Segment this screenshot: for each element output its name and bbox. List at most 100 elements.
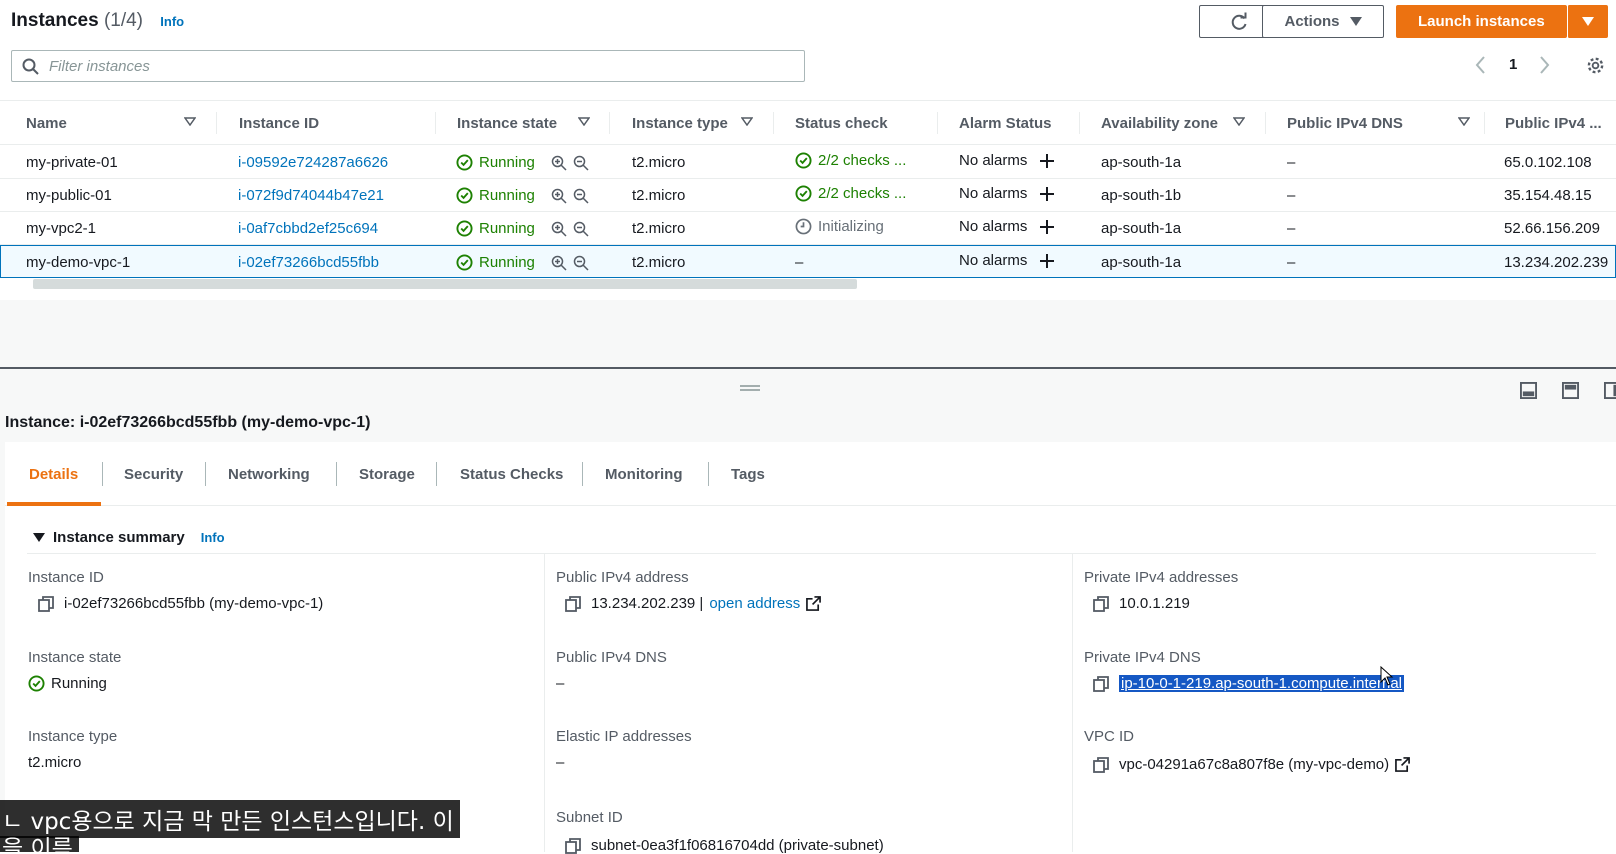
- filter-input[interactable]: [49, 57, 749, 75]
- launch-instances-button[interactable]: Launch instances: [1396, 5, 1567, 38]
- caret-down-icon: [1582, 16, 1594, 26]
- selected-text[interactable]: ip-10-0-1-219.ap-south-1.compute.interna…: [1119, 675, 1404, 692]
- cell-instance-id[interactable]: i-09592e724287a6626: [238, 146, 388, 179]
- cell-name: my-demo-vpc-1: [26, 254, 131, 271]
- panel-side-button[interactable]: [1604, 382, 1616, 399]
- table-row[interactable]: my-private-01 i-09592e724287a6626 Runnin…: [0, 146, 1616, 179]
- cell-status-check[interactable]: 2/2 checks ...: [795, 144, 906, 177]
- copy-icon[interactable]: [38, 595, 54, 612]
- zoom-out-icon[interactable]: [573, 188, 589, 204]
- summary-info-link[interactable]: Info: [201, 530, 225, 545]
- cell-public-ip: 35.154.48.15: [1504, 187, 1592, 204]
- actions-button[interactable]: Actions: [1262, 5, 1384, 38]
- zoom-in-icon[interactable]: [551, 155, 567, 171]
- cell-alarm-status: No alarms: [959, 177, 1055, 210]
- check-circle-icon: [456, 254, 473, 271]
- cell-status-check[interactable]: 2/2 checks ...: [795, 177, 906, 210]
- info-link[interactable]: Info: [160, 14, 184, 29]
- check-circle-icon: [456, 220, 473, 237]
- zoom-out-icon[interactable]: [573, 155, 589, 171]
- column-header-name[interactable]: Name: [26, 101, 196, 146]
- summary-header[interactable]: Instance summary Info: [33, 529, 225, 546]
- cell-type: t2.micro: [632, 220, 686, 237]
- vpc-id-value[interactable]: vpc-04291a67c8a807f8e (my-vpc-demo): [1093, 756, 1411, 773]
- column-header-public-ipv4[interactable]: Public IPv4 ...: [1505, 101, 1615, 146]
- column-header-status-check[interactable]: Status check: [795, 101, 935, 146]
- tab-status-checks[interactable]: Status Checks: [460, 442, 563, 506]
- external-link-icon[interactable]: [1395, 757, 1411, 772]
- cell-instance-id[interactable]: i-072f9d74044b47e21: [238, 179, 384, 212]
- gear-icon: [1587, 57, 1604, 74]
- public-dns-label: Public IPv4 DNS: [556, 649, 667, 666]
- tab-details[interactable]: Details: [29, 442, 78, 506]
- subnet-id-value[interactable]: subnet-0ea3f1f06816704dd (private-subnet…: [565, 837, 884, 854]
- copy-icon[interactable]: [1093, 675, 1109, 692]
- tab-security[interactable]: Security: [124, 442, 183, 506]
- cell-type: t2.micro: [632, 154, 686, 171]
- cell-public-ip: 13.234.202.239: [1504, 254, 1609, 271]
- copy-icon[interactable]: [565, 837, 581, 854]
- check-circle-icon: [795, 152, 812, 169]
- public-ipv4-label: Public IPv4 address: [556, 569, 689, 586]
- check-circle-icon: [456, 154, 473, 171]
- open-address-link[interactable]: open address: [709, 595, 800, 612]
- add-alarm-icon[interactable]: [1039, 186, 1055, 202]
- add-alarm-icon[interactable]: [1039, 219, 1055, 235]
- cell-status-check[interactable]: Initializing: [795, 210, 884, 243]
- copy-icon[interactable]: [1093, 756, 1109, 773]
- caret-down-icon: [33, 532, 45, 542]
- next-page-button[interactable]: [1539, 55, 1551, 75]
- add-alarm-icon[interactable]: [1039, 253, 1055, 269]
- column-header-alarm-status[interactable]: Alarm Status: [959, 101, 1079, 146]
- horizontal-scrollbar[interactable]: [33, 279, 857, 289]
- table-row[interactable]: my-vpc2-1 i-0af7cbbd2ef25c694 Running t2…: [0, 212, 1616, 245]
- sort-icon: [741, 117, 753, 126]
- instance-type-label: Instance type: [28, 728, 118, 745]
- cell-instance-id[interactable]: i-0af7cbbd2ef25c694: [238, 212, 378, 245]
- cell-alarm-status: No alarms: [959, 144, 1055, 177]
- sort-icon: [184, 117, 196, 126]
- zoom-in-icon[interactable]: [551, 255, 567, 271]
- panel-split-icon: [1562, 382, 1579, 399]
- cell-instance-id[interactable]: i-02ef73266bcd55fbb: [238, 246, 379, 279]
- zoom-out-icon[interactable]: [573, 255, 589, 271]
- column-header-public-dns[interactable]: Public IPv4 DNS: [1287, 101, 1470, 146]
- zoom-in-icon[interactable]: [551, 188, 567, 204]
- column-header-instance-state[interactable]: Instance state: [457, 101, 590, 146]
- public-ipv4-value: 13.234.202.239 | open address: [565, 595, 822, 612]
- tab-tags[interactable]: Tags: [731, 442, 765, 506]
- page-title: Instances (1/4) Info: [11, 10, 184, 32]
- table-row-selected[interactable]: my-demo-vpc-1 i-02ef73266bcd55fbb Runnin…: [0, 245, 1616, 278]
- check-circle-icon: [28, 675, 45, 692]
- private-ipv4-value: 10.0.1.219: [1093, 595, 1190, 612]
- filter-search[interactable]: [11, 50, 805, 82]
- copy-icon[interactable]: [1093, 595, 1109, 612]
- copy-icon[interactable]: [565, 595, 581, 612]
- check-circle-icon: [795, 185, 812, 202]
- caret-down-icon: [1349, 16, 1362, 26]
- page-number[interactable]: 1: [1509, 56, 1517, 73]
- column-header-instance-type[interactable]: Instance type: [632, 101, 753, 146]
- resize-handle[interactable]: [740, 385, 760, 391]
- cell-az: ap-south-1a: [1101, 154, 1182, 171]
- instance-state-label: Instance state: [28, 649, 122, 666]
- column-header-instance-id[interactable]: Instance ID: [239, 101, 409, 146]
- launch-dropdown-button[interactable]: [1567, 5, 1608, 38]
- zoom-out-icon[interactable]: [573, 221, 589, 237]
- panel-bottom-button[interactable]: [1520, 382, 1537, 399]
- settings-button[interactable]: [1586, 56, 1605, 75]
- table-header: Name Instance ID Instance state Instance…: [0, 100, 1616, 145]
- column-header-availability-zone[interactable]: Availability zone: [1101, 101, 1245, 146]
- add-alarm-icon[interactable]: [1039, 153, 1055, 169]
- cell-name: my-private-01: [26, 154, 118, 171]
- tab-storage[interactable]: Storage: [359, 442, 415, 506]
- panel-split-button[interactable]: [1562, 382, 1579, 399]
- external-link-icon[interactable]: [806, 596, 822, 611]
- prev-page-button[interactable]: [1474, 55, 1486, 75]
- instance-type-value: t2.micro: [28, 754, 82, 771]
- tab-monitoring[interactable]: Monitoring: [605, 442, 682, 506]
- sort-icon: [1458, 117, 1470, 126]
- table-row[interactable]: my-public-01 i-072f9d74044b47e21 Running…: [0, 179, 1616, 212]
- zoom-in-icon[interactable]: [551, 221, 567, 237]
- tab-networking[interactable]: Networking: [228, 442, 310, 506]
